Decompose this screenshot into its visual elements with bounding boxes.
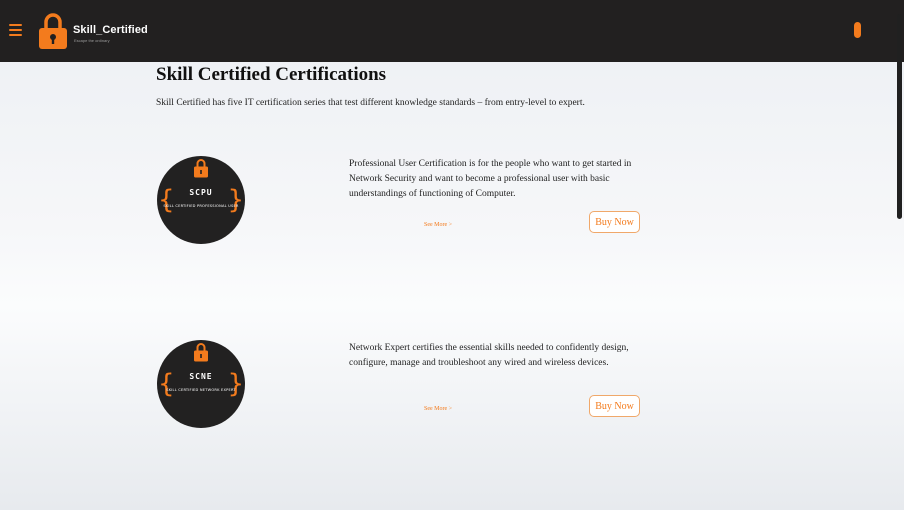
- navbar: Skill_Certified Escape the ordinary: [0, 0, 904, 62]
- see-more-link[interactable]: See More >: [424, 406, 452, 412]
- badge-subtitle: SKILL CERTIFIED NETWORK EXPERT: [166, 388, 236, 392]
- brand-name[interactable]: Skill_Certified: [73, 24, 148, 36]
- padlock-icon: [194, 343, 208, 362]
- toggle-pill-icon[interactable]: [854, 22, 861, 38]
- badge-code: SCNE: [189, 372, 213, 381]
- badge-subtitle: SKILL CERTIFIED PROFESSIONAL USER: [163, 204, 239, 208]
- see-more-link[interactable]: See More >: [424, 222, 452, 228]
- scrollbar-thumb[interactable]: [897, 14, 902, 219]
- buy-now-button[interactable]: Buy Now: [589, 395, 640, 417]
- cert-description: Professional User Certification is for t…: [349, 159, 632, 199]
- padlock-icon: [194, 159, 208, 178]
- padlock-icon[interactable]: [38, 12, 68, 50]
- badge-code: SCPU: [189, 188, 213, 197]
- intro-text: Skill Certified has five IT certificatio…: [156, 98, 585, 108]
- page-title: Skill Certified Certifications: [156, 64, 387, 85]
- cert-badge-scpu: { } SCPU SKILL CERTIFIED PROFESSIONAL US…: [157, 156, 245, 244]
- buy-now-button[interactable]: Buy Now: [589, 211, 640, 233]
- cert-description: Network Expert certifies the essential s…: [349, 343, 629, 368]
- brand-tagline: Escape the ordinary: [74, 38, 110, 43]
- hamburger-menu-icon[interactable]: [9, 23, 22, 37]
- cert-badge-scne: { } SCNE SKILL CERTIFIED NETWORK EXPERT: [157, 340, 245, 428]
